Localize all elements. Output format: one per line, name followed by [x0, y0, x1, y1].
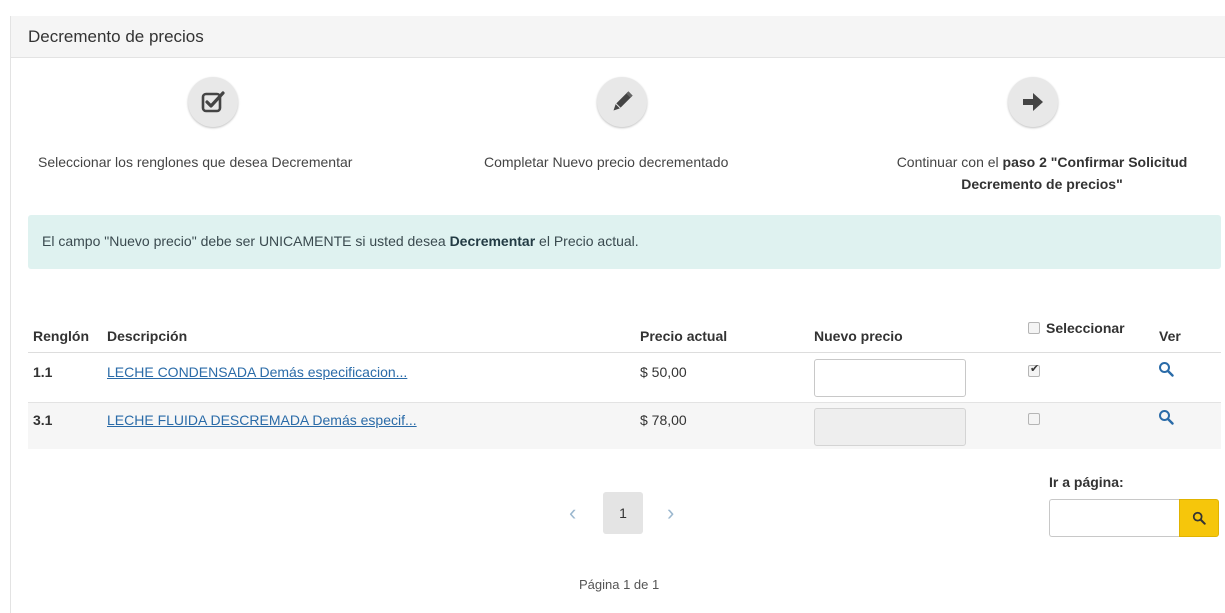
step-3-text: Continuar con el paso 2 "Confirmar Solic…	[872, 151, 1212, 195]
header-nuevo-precio: Nuevo precio	[814, 328, 903, 344]
row-2-nuevo-precio-input[interactable]	[814, 408, 966, 446]
row-1-select-checkbox[interactable]: ✔	[1028, 363, 1040, 377]
row-2-precio-actual: $ 78,00	[640, 412, 687, 428]
pager-next-chevron-right-icon[interactable]: ›	[667, 502, 674, 524]
alert-prefix: El campo "Nuevo precio" debe ser UNICAME…	[42, 233, 450, 249]
header-precio-actual: Precio actual	[640, 328, 728, 344]
row-2-renglon: 3.1	[33, 412, 53, 428]
table-header-divider	[28, 352, 1221, 353]
arrow-right-icon	[1008, 77, 1058, 127]
search-icon	[1192, 511, 1206, 525]
header-descripcion: Descripción	[107, 328, 188, 344]
step-3-text-prefix: Continuar con el	[896, 154, 1003, 170]
alert-text: El campo "Nuevo precio" debe ser UNICAME…	[42, 233, 639, 249]
row-2-view-search-icon[interactable]	[1158, 409, 1174, 425]
info-alert: El campo "Nuevo precio" debe ser UNICAME…	[28, 215, 1221, 269]
checkmark-icon: ✔	[1030, 363, 1040, 375]
row-1-view-search-icon[interactable]	[1158, 361, 1174, 377]
row-1-nuevo-precio-input[interactable]	[814, 359, 966, 397]
alert-bold: Decrementar	[449, 233, 536, 249]
step-1-text: Seleccionar los renglones que desea Decr…	[38, 154, 353, 170]
step-2-text: Completar Nuevo precio decrementado	[484, 154, 729, 170]
select-all-checkbox[interactable]	[1028, 322, 1040, 334]
header-ver: Ver	[1159, 328, 1181, 344]
panel-header: Decremento de precios	[11, 16, 1225, 58]
checkbox-edit-icon	[188, 77, 238, 127]
row-1-renglon: 1.1	[33, 364, 53, 380]
goto-page-button[interactable]	[1179, 499, 1219, 537]
pager-prev-chevron-left-icon[interactable]: ‹	[569, 502, 576, 524]
header-seleccionar: Seleccionar	[1046, 320, 1125, 336]
pencil-icon	[597, 77, 647, 127]
row-2-select-checkbox[interactable]	[1028, 413, 1040, 425]
panel-title: Decremento de precios	[28, 27, 204, 46]
step-3-text-bold: paso 2 "Confirmar Solicitud	[1002, 154, 1188, 170]
step-3-text-bold-line2: Decremento de precios"	[961, 176, 1123, 192]
goto-page-label: Ir a página:	[1049, 474, 1124, 490]
row-2-descripcion-link[interactable]: LECHE FLUIDA DESCREMADA Demás especif...	[107, 412, 417, 428]
pagination-info: Página 1 de 1	[579, 577, 660, 592]
header-renglon: Renglón	[33, 328, 89, 344]
row-1-precio-actual: $ 50,00	[640, 364, 687, 380]
goto-page-input[interactable]	[1049, 499, 1180, 537]
pager-current-page[interactable]: 1	[603, 492, 643, 534]
alert-suffix: el Precio actual.	[535, 233, 639, 249]
row-1-descripcion-link[interactable]: LECHE CONDENSADA Demás especificacion...	[107, 364, 407, 380]
